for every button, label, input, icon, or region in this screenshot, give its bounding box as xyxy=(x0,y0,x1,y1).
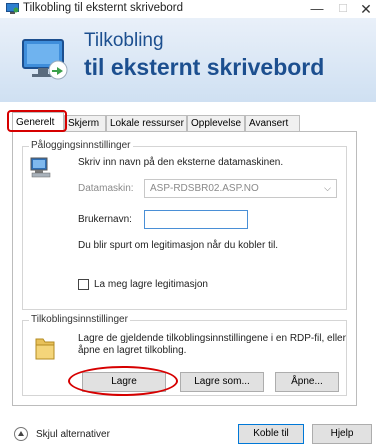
login-instruction: Skriv inn navn på den eksterne datamaski… xyxy=(78,157,284,168)
tab-highlight-annotation xyxy=(7,110,67,132)
collapse-arrow-icon[interactable] xyxy=(14,427,28,441)
minimize-button[interactable]: — xyxy=(305,1,329,17)
computer-label: Datamaskin: xyxy=(78,183,134,194)
username-label: Brukernavn: xyxy=(78,214,132,225)
save-credentials-checkbox[interactable] xyxy=(78,279,89,290)
remote-desktop-monitor-icon xyxy=(22,39,68,80)
folder-icon xyxy=(35,338,55,360)
maximize-button[interactable]: ☐ xyxy=(331,1,355,17)
computer-icon xyxy=(30,157,51,178)
connection-description-line2: åpne en lagret tilkobling. xyxy=(78,345,187,356)
credentials-note: Du blir spurt om legitimasjon når du kob… xyxy=(78,240,279,251)
banner-title-line2: til eksternt skrivebord xyxy=(84,54,325,80)
banner-title-line1: Tilkobling xyxy=(84,30,164,51)
save-credentials-label: La meg lagre legitimasjon xyxy=(94,279,208,290)
computer-select[interactable]: ASP-RDSBR02.ASP.NO ⌵ xyxy=(144,179,337,198)
connection-settings-legend: Tilkoblingsinnstillinger xyxy=(29,314,130,325)
username-input[interactable] xyxy=(144,210,248,229)
computer-value: ASP-RDSBR02.ASP.NO xyxy=(150,183,259,194)
save-button[interactable]: Lagre xyxy=(82,372,166,392)
help-button[interactable]: Hjelp xyxy=(312,424,372,444)
remote-desktop-app-icon xyxy=(6,3,19,14)
window-title: Tilkobling til eksternt skrivebord xyxy=(23,2,183,14)
close-button[interactable]: ✕ xyxy=(354,1,376,17)
title-bar: Tilkobling til eksternt skrivebord — ☐ ✕ xyxy=(0,0,376,18)
connect-button[interactable]: Koble til xyxy=(238,424,304,444)
login-settings-legend: Påloggingsinnstillinger xyxy=(29,140,133,151)
open-button[interactable]: Åpne... xyxy=(275,372,339,392)
chevron-down-icon: ⌵ xyxy=(324,183,331,193)
save-as-button[interactable]: Lagre som... xyxy=(180,372,264,392)
tab-avansert[interactable]: Avansert xyxy=(245,115,300,131)
tab-skjerm[interactable]: Skjerm xyxy=(64,115,106,131)
hide-options-link[interactable]: Skjul alternativer xyxy=(36,429,110,440)
tab-lokale-ressurser[interactable]: Lokale ressurser xyxy=(106,115,187,131)
header-banner: Tilkobling til eksternt skrivebord xyxy=(0,18,376,102)
connection-description-line1: Lagre de gjeldende tilkoblingsinnstillin… xyxy=(78,333,346,344)
tab-opplevelse[interactable]: Opplevelse xyxy=(187,115,245,131)
